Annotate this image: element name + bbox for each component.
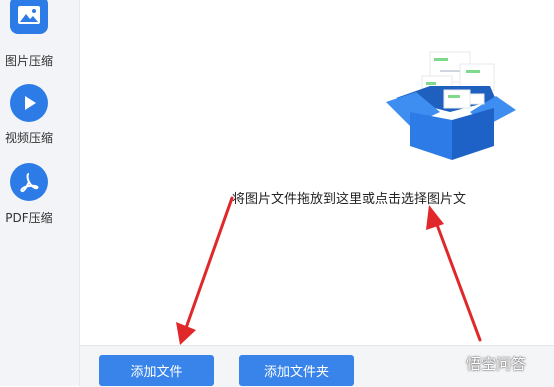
drop-zone[interactable] [80,0,554,345]
watermark: 悟空问答 [466,355,527,373]
pdf-icon [10,163,48,201]
sidebar-item-label: 视频压缩 [4,131,53,145]
sidebar: 图片压缩 视频压缩 PDF压缩 [0,0,80,386]
sidebar-item-label: PDF压缩 [5,211,53,225]
sidebar-item-label: 图片压缩 [4,54,53,68]
drop-instruction: 将图片文件拖放到这里或点击选择图片文 [232,192,467,207]
sidebar-item-image-compress[interactable]: 图片压缩 [0,0,79,70]
play-icon [10,84,48,122]
add-file-button[interactable]: 添加文件 [99,355,214,386]
image-icon [10,0,48,34]
sidebar-item-video-compress[interactable]: 视频压缩 [0,80,79,150]
add-folder-button[interactable]: 添加文件夹 [239,355,354,386]
sidebar-item-pdf-compress[interactable]: PDF压缩 [0,160,79,230]
